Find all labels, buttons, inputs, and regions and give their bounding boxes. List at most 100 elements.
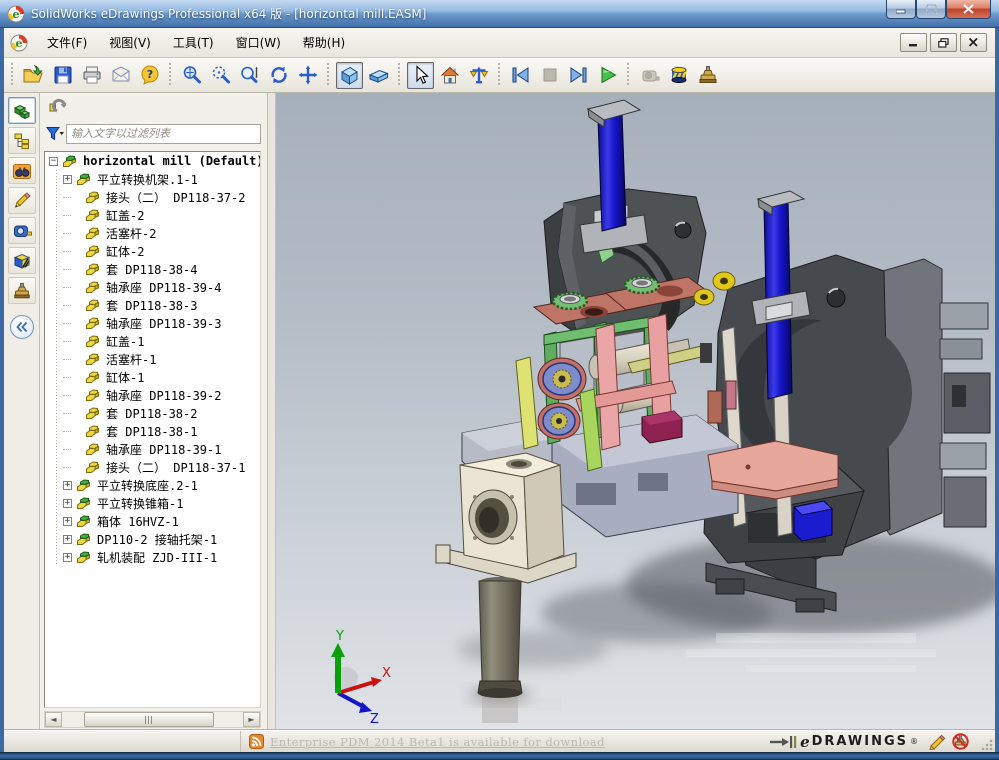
tree-item[interactable]: +箱体 16HVZ-1 [45,512,260,530]
tree-item[interactable]: +轧机装配 ZJD-III-1 [45,548,260,566]
tree-item[interactable]: +平立转换底座.2-1 [45,476,260,494]
send-button[interactable] [107,62,134,89]
tree-item[interactable]: 套 DP118-38-1 [45,422,260,440]
tree-item[interactable]: +平立转换机架.1-1 [45,170,260,188]
sidebar-item-cross-section[interactable] [8,247,36,274]
scroll-thumb[interactable] [84,712,214,727]
menu-tools[interactable]: 工具(T) [162,30,225,55]
logo-e: e [800,733,810,751]
shaded-view-button[interactable] [336,62,363,89]
print-button[interactable] [78,62,105,89]
panel-splitter[interactable] [268,93,276,730]
part-icon [85,334,102,348]
filter-funnel-icon[interactable] [46,125,66,143]
help-button[interactable]: ? [136,62,163,89]
pdm-news-link[interactable]: Enterprise PDM 2014 Beta1 is available f… [270,735,605,749]
save-button[interactable] [49,62,76,89]
viewport[interactable]: Y X Z [276,93,995,730]
orientation-triad: Y X Z [331,629,391,727]
stamp-button[interactable] [694,62,721,89]
expander-icon[interactable]: + [63,517,72,526]
minimize-button[interactable] [886,0,916,19]
expander-icon[interactable]: + [63,175,72,184]
close-button[interactable] [946,0,991,19]
toolbar-grip[interactable] [9,63,16,87]
stop-button[interactable] [536,62,563,89]
scroll-left-arrow[interactable]: ◄ [45,712,62,727]
title-bar[interactable]: e SolidWorks eDrawings Professional x64 … [0,0,999,28]
3d-model[interactable]: Y X Z [276,93,995,730]
mdi-restore-button[interactable] [930,33,957,52]
toolbar-grip[interactable] [325,63,332,87]
tree-item[interactable]: +平立转换锥箱-1 [45,494,260,512]
markup-pencil-status-icon[interactable] [928,734,946,750]
home-button[interactable] [436,62,463,89]
expander-icon[interactable]: + [63,499,72,508]
menu-window[interactable]: 窗口(W) [225,30,292,55]
tree-item[interactable]: 缸盖-1 [45,332,260,350]
tree-item[interactable]: 轴承座 DP118-39-4 [45,278,260,296]
sidebar-item-markup[interactable] [8,187,36,214]
next-button[interactable] [565,62,592,89]
pointer-3d-button[interactable] [465,62,492,89]
zoom-button[interactable] [236,62,263,89]
zoom-window-button[interactable] [207,62,234,89]
reset-tree-icon[interactable] [48,97,70,117]
menu-view[interactable]: 视图(V) [98,30,162,55]
tree-item[interactable]: 接头（二） DP118-37-1 [45,458,260,476]
tree-item[interactable]: 轴承座 DP118-39-3 [45,314,260,332]
scroll-right-arrow[interactable]: ► [243,712,260,727]
open-button[interactable] [20,62,47,89]
tree-item[interactable]: 套 DP118-38-3 [45,296,260,314]
expander-icon[interactable]: + [63,481,72,490]
tree-item[interactable]: 接头（二） DP118-37-2 [45,188,260,206]
tree-item[interactable]: 缸盖-2 [45,206,260,224]
tree-item[interactable]: 套 DP118-38-4 [45,260,260,278]
triad-x-label: X [382,666,391,681]
play-button[interactable] [594,62,621,89]
stamp-disabled-icon[interactable] [952,733,969,750]
tree-item[interactable]: 缸体-1 [45,368,260,386]
sidebar-item-measure[interactable] [8,217,36,244]
expander-icon[interactable]: + [63,553,72,562]
pan-button[interactable] [294,62,321,89]
filter-input[interactable] [66,124,261,144]
expander-icon[interactable]: + [63,535,72,544]
draft-quality-button[interactable] [365,62,392,89]
pan-icon [297,64,319,86]
tree-item[interactable]: +DP110-2 接轴托架-1 [45,530,260,548]
tree-item[interactable]: 轴承座 DP118-39-2 [45,386,260,404]
toolbar-grip[interactable] [167,63,174,87]
tree-item[interactable]: 轴承座 DP118-39-1 [45,440,260,458]
resize-grip[interactable] [979,731,995,752]
toolbar-grip[interactable] [625,63,632,87]
tree-item[interactable]: 缸体-2 [45,242,260,260]
document-app-icon[interactable]: e [10,34,28,52]
tree-item[interactable]: 活塞杆-2 [45,224,260,242]
toolbar-grip[interactable] [496,63,503,87]
maximize-button[interactable] [916,0,946,19]
menu-file[interactable]: 文件(F) [36,30,98,55]
sidebar-item-assembly-tree[interactable] [8,127,36,154]
rotate-button[interactable] [265,62,292,89]
expander-icon[interactable]: − [49,157,58,166]
select-button[interactable] [407,62,434,89]
mdi-close-button[interactable] [960,33,987,52]
mdi-minimize-button[interactable] [900,33,927,52]
zoom-window-icon [210,64,232,86]
client-area: e 文件(F) 视图(V) 工具(T) 窗口(W) 帮助(H) [4,28,995,752]
menu-help[interactable]: 帮助(H) [292,30,356,55]
tree-item[interactable]: 套 DP118-38-2 [45,404,260,422]
sidebar-item-components[interactable] [8,97,36,124]
toolbar-grip[interactable] [396,63,403,87]
collapse-panel-button[interactable] [10,315,34,339]
previous-button[interactable] [507,62,534,89]
cross-section-button[interactable] [665,62,692,89]
sidebar-item-find[interactable] [8,157,36,184]
zoom-fit-button[interactable] [178,62,205,89]
sidebar-item-stamp[interactable] [8,277,36,304]
scroll-track[interactable] [62,712,243,727]
tree-item[interactable]: 活塞杆-1 [45,350,260,368]
tree-item[interactable]: −horizontal mill (Default) [45,152,260,170]
measure-button-disabled[interactable] [636,62,663,89]
